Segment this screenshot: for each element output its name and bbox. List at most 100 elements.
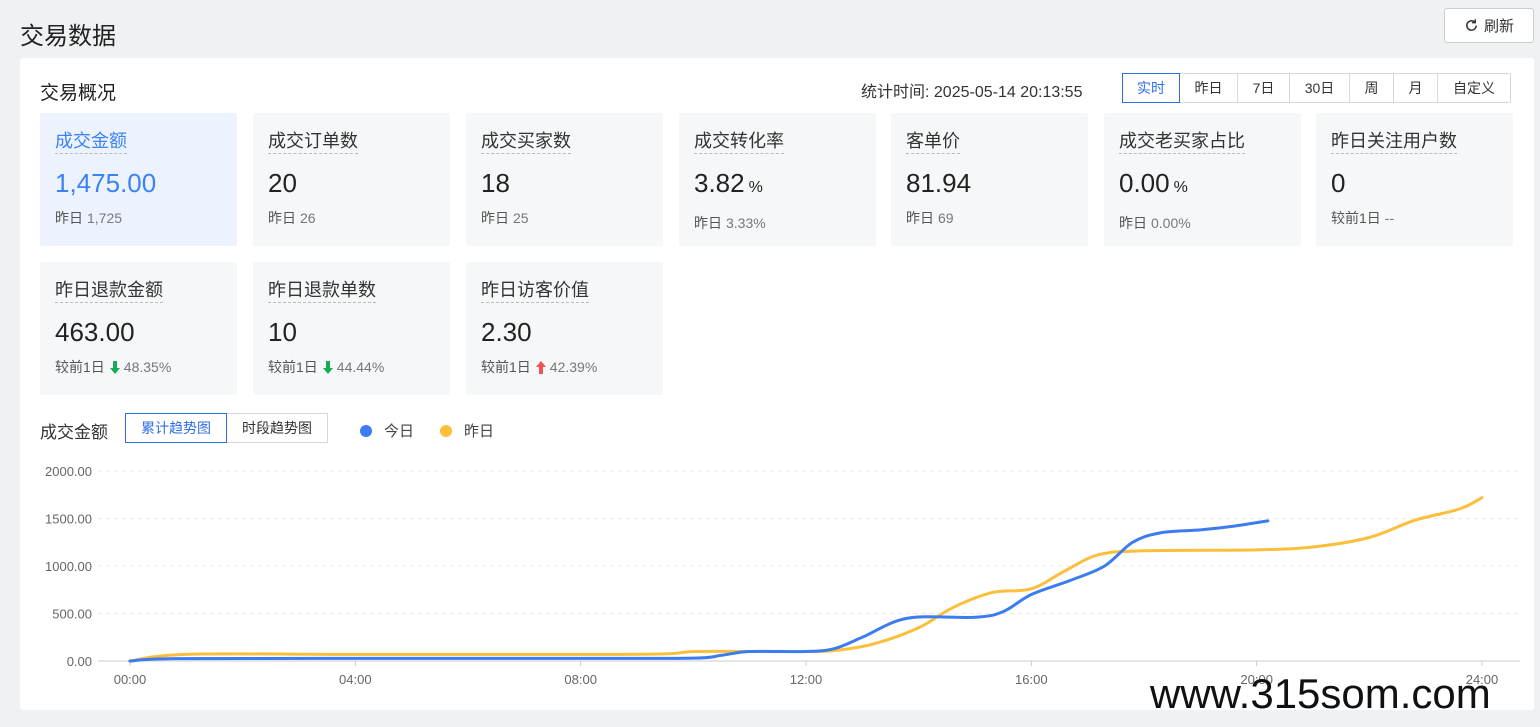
- metric-card[interactable]: 昨日访客价值 2.30 较前1日 42.39%: [466, 262, 663, 395]
- metric-compare-label: 昨日: [906, 210, 934, 226]
- metric-value-number: 0.00: [1119, 168, 1170, 198]
- stat-time-value: 2025-05-14 20:13:55: [933, 84, 1083, 101]
- x-tick-label: 12:00: [790, 672, 823, 687]
- metric-compare-value: 44.44%: [336, 359, 385, 375]
- metric-card[interactable]: 成交订单数 20 昨日 26: [253, 113, 450, 246]
- range-tab[interactable]: 自定义: [1438, 74, 1510, 102]
- metric-value-number: 81.94: [906, 168, 972, 198]
- metric-compare: 较前1日 44.44%: [268, 357, 435, 377]
- metric-compare-label: 较前1日: [268, 359, 318, 375]
- metric-label: 昨日关注用户数: [1331, 129, 1457, 154]
- arrow-up-icon: [535, 360, 546, 374]
- y-tick-label: 1000.00: [45, 559, 92, 574]
- metric-unit: %: [748, 179, 763, 196]
- range-tab[interactable]: 30日: [1290, 74, 1350, 102]
- range-tab[interactable]: 昨日: [1180, 74, 1238, 102]
- legend-dot-today: [360, 424, 372, 437]
- metric-compare-value: 3.33%: [726, 215, 766, 231]
- refresh-label: 刷新: [1483, 18, 1514, 35]
- y-tick-label: 2000.00: [45, 464, 92, 479]
- metric-compare: 较前1日 --: [1331, 208, 1498, 228]
- metric-compare-label: 昨日: [1119, 215, 1147, 231]
- metric-value-number: 20: [268, 168, 297, 198]
- x-tick-label: 16:00: [1015, 672, 1048, 687]
- metric-compare: 昨日 0.00%: [1119, 213, 1286, 233]
- metric-compare-value: 42.39%: [549, 359, 598, 375]
- stat-time-label: 统计时间:: [861, 84, 930, 101]
- metric-card[interactable]: 昨日退款金额 463.00 较前1日 48.35%: [40, 262, 237, 395]
- metric-value-number: 2.30: [481, 317, 532, 347]
- metric-value-number: 463.00: [55, 317, 135, 347]
- metric-card[interactable]: 成交买家数 18 昨日 25: [466, 113, 663, 246]
- metric-compare: 昨日 3.33%: [694, 213, 861, 233]
- metric-card[interactable]: 昨日退款单数 10 较前1日 44.44%: [253, 262, 450, 395]
- metric-compare-label: 昨日: [694, 215, 722, 231]
- series-line-yesterday: [128, 496, 1484, 663]
- legend-item-today[interactable]: 今日: [360, 420, 414, 441]
- metric-value: 2.30: [481, 317, 648, 347]
- chart-view-tab[interactable]: 时段趋势图: [227, 413, 328, 443]
- chart-view-tabs: 累计趋势图 时段趋势图: [125, 413, 328, 443]
- metric-compare-value: --: [1384, 210, 1395, 226]
- metric-compare-label: 较前1日: [1331, 210, 1381, 226]
- metric-value-number: 10: [268, 317, 297, 347]
- metric-label: 昨日退款单数: [268, 278, 376, 303]
- metric-compare-value: 1,725: [87, 210, 123, 226]
- metric-unit: %: [1173, 179, 1188, 196]
- metric-value-number: 3.82: [694, 168, 745, 198]
- x-tick-label: 00:00: [114, 672, 147, 687]
- metric-value: 18: [481, 168, 648, 198]
- metric-compare-value: 26: [300, 210, 316, 226]
- metric-value: 3.82%: [694, 168, 861, 203]
- range-tab[interactable]: 7日: [1238, 74, 1290, 102]
- x-tick-label: 08:00: [564, 672, 597, 687]
- y-tick-label: 0.00: [67, 654, 92, 669]
- transaction-overview-panel: 交易概况 统计时间: 2025-05-14 20:13:55 实时 昨日 7日 30日…: [20, 58, 1534, 710]
- metric-compare-value: 0.00%: [1151, 215, 1191, 231]
- metric-card[interactable]: 成交老买家占比 0.00% 昨日 0.00%: [1104, 113, 1301, 246]
- metric-card[interactable]: 昨日关注用户数 0 较前1日 --: [1316, 113, 1513, 246]
- metric-value-number: 1,475.00: [55, 168, 157, 198]
- chart-view-tab[interactable]: 累计趋势图: [125, 413, 227, 443]
- metric-compare-label: 昨日: [481, 210, 509, 226]
- metric-label: 客单价: [906, 129, 960, 154]
- metric-value: 10: [268, 317, 435, 347]
- page-title: 交易数据: [20, 23, 116, 50]
- legend-label-yesterday: 昨日: [464, 423, 495, 440]
- refresh-icon: [1464, 18, 1479, 33]
- metric-compare-value: 25: [513, 210, 529, 226]
- arrow-down-icon: [322, 360, 333, 374]
- metric-compare-label: 较前1日: [481, 359, 531, 375]
- metric-compare-value: 69: [938, 210, 954, 226]
- metric-value: 463.00: [55, 317, 222, 347]
- metric-compare: 昨日 26: [268, 208, 435, 228]
- metric-value-number: 18: [481, 168, 510, 198]
- metric-value: 81.94: [906, 168, 1073, 198]
- metric-compare-label: 较前1日: [55, 359, 105, 375]
- stat-time: 统计时间: 2025-05-14 20:13:55: [861, 78, 1082, 102]
- metric-compare-value: 48.35%: [123, 359, 172, 375]
- legend-item-yesterday[interactable]: 昨日: [440, 420, 494, 441]
- metric-label: 昨日访客价值: [481, 278, 589, 303]
- watermark-text: www.315som.com: [1150, 670, 1491, 717]
- metric-label: 成交买家数: [481, 129, 571, 154]
- metric-card[interactable]: 成交转化率 3.82% 昨日 3.33%: [679, 113, 876, 246]
- metric-compare: 较前1日 42.39%: [481, 357, 648, 377]
- metric-value-number: 0: [1331, 168, 1346, 198]
- range-tab[interactable]: 月: [1394, 74, 1438, 102]
- metric-value: 0: [1331, 168, 1498, 198]
- refresh-button[interactable]: 刷新: [1444, 8, 1534, 43]
- metric-compare: 昨日 69: [906, 208, 1073, 228]
- metric-value: 20: [268, 168, 435, 198]
- metric-compare-label: 昨日: [55, 210, 83, 226]
- overview-title: 交易概况: [40, 83, 117, 104]
- metric-compare: 昨日 25: [481, 208, 648, 228]
- metric-label: 昨日退款金额: [55, 278, 163, 303]
- range-tab[interactable]: 实时: [1122, 73, 1180, 103]
- range-tab[interactable]: 周: [1350, 74, 1394, 102]
- metric-card[interactable]: 客单价 81.94 昨日 69: [891, 113, 1088, 246]
- chart-title: 成交金额: [40, 423, 108, 442]
- metric-compare: 昨日 1,725: [55, 208, 222, 228]
- x-tick-label: 04:00: [339, 672, 372, 687]
- metric-card[interactable]: 成交金额 1,475.00 昨日 1,725: [40, 113, 237, 246]
